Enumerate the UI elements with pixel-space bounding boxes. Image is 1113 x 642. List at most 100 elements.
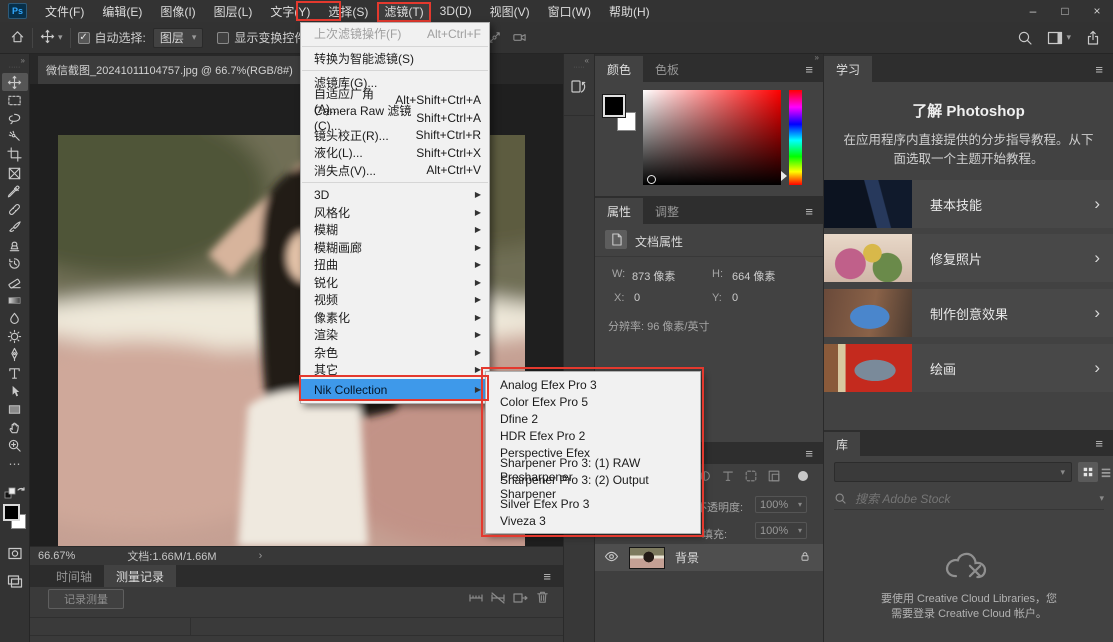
menu-item-3d[interactable]: 3D ▶ xyxy=(301,186,489,204)
panel-menu-icon[interactable]: ≡ xyxy=(805,204,813,219)
menu-item-camera-raw[interactable]: Camera Raw 滤镜(C)... Shift+Ctrl+A xyxy=(301,104,489,133)
healing-brush-tool[interactable] xyxy=(2,200,28,218)
delete-measurements-icon[interactable] xyxy=(535,590,550,608)
tab-libraries[interactable]: 库 xyxy=(824,432,861,456)
filter-smart-object-icon[interactable] xyxy=(767,469,781,483)
layer-thumbnail[interactable] xyxy=(629,546,665,569)
menu-item-render[interactable]: 渲染 ▶ xyxy=(301,326,489,344)
menu-item-other[interactable]: 其它 ▶ xyxy=(301,361,489,379)
drag-handle[interactable]: ····· xyxy=(0,64,29,71)
menu-item-blur[interactable]: 模糊 ▶ xyxy=(301,221,489,239)
menu-item-distort[interactable]: 扭曲 ▶ xyxy=(301,256,489,274)
path-selection-tool[interactable] xyxy=(2,382,28,400)
fill-field[interactable]: 100% ▾ xyxy=(755,522,807,539)
maximize-button[interactable]: □ xyxy=(1049,4,1081,18)
search-icon[interactable] xyxy=(1017,30,1033,46)
learn-item-retouch[interactable]: 修复照片 › xyxy=(824,234,1113,282)
ruler-tool-icon[interactable] xyxy=(468,591,484,608)
tab-adjustments[interactable]: 调整 xyxy=(643,198,691,224)
menu-image[interactable]: 图像(I) xyxy=(151,0,204,22)
move-tool-preset-icon[interactable] xyxy=(40,29,55,47)
menu-item-stylize[interactable]: 风格化 ▶ xyxy=(301,204,489,222)
menu-item-nik-collection[interactable]: Nik Collection ▶ xyxy=(301,378,489,401)
record-measurements-button[interactable]: 记录测量 xyxy=(48,589,124,609)
layer-row-background[interactable]: 背景 xyxy=(595,544,823,571)
menu-view[interactable]: 视图(V) xyxy=(481,0,539,22)
submenu-item-sharpener-output[interactable]: Sharpener Pro 3: (2) Output Sharpener xyxy=(486,473,700,501)
status-chevron-icon[interactable]: › xyxy=(259,550,263,562)
default-colors-swap-icon[interactable] xyxy=(4,486,26,500)
color-field[interactable] xyxy=(643,90,781,185)
share-icon[interactable] xyxy=(1085,30,1101,46)
lasso-tool[interactable] xyxy=(2,109,28,127)
learn-item-creative-effects[interactable]: 制作创意效果 › xyxy=(824,289,1113,337)
layer-name[interactable]: 背景 xyxy=(675,549,699,566)
color-field-cursor[interactable] xyxy=(647,175,656,184)
menu-item-vanishing-point[interactable]: 消失点(V)... Alt+Ctrl+V xyxy=(301,162,489,180)
menu-3d[interactable]: 3D(D) xyxy=(431,0,481,22)
gradient-tool[interactable] xyxy=(2,291,28,309)
filter-type-icon[interactable] xyxy=(721,469,735,483)
filter-shape-icon[interactable] xyxy=(744,469,758,483)
menu-file[interactable]: 文件(F) xyxy=(36,0,93,22)
hue-slider[interactable] xyxy=(789,90,802,185)
filter-toggle-icon[interactable] xyxy=(798,471,808,481)
tab-properties[interactable]: 属性 xyxy=(595,198,644,224)
panel-menu-icon[interactable]: ≡ xyxy=(1095,62,1103,77)
library-select-dropdown[interactable]: ▾ xyxy=(834,462,1072,482)
stock-search-input[interactable] xyxy=(855,491,1100,506)
menu-item-pixelate[interactable]: 像素化 ▶ xyxy=(301,309,489,327)
submenu-item-analog-efex[interactable]: Analog Efex Pro 3 xyxy=(486,376,700,393)
grid-view-button[interactable] xyxy=(1078,462,1098,482)
home-icon[interactable] xyxy=(10,29,25,47)
clone-stamp-tool[interactable] xyxy=(2,237,28,255)
panel-menu-icon[interactable]: ≡ xyxy=(543,569,551,584)
layer-visibility-eye-icon[interactable] xyxy=(604,550,619,566)
menu-item-blur-gallery[interactable]: 模糊画廊 ▶ xyxy=(301,239,489,257)
minimize-button[interactable]: – xyxy=(1017,4,1049,18)
screen-mode-icon[interactable] xyxy=(7,574,23,592)
dodge-tool[interactable] xyxy=(2,328,28,346)
menu-item-noise[interactable]: 杂色 ▶ xyxy=(301,344,489,362)
learn-item-basics[interactable]: 基本技能 › xyxy=(824,180,1113,228)
menu-item-liquify[interactable]: 液化(L)... Shift+Ctrl+X xyxy=(301,144,489,162)
eraser-tool[interactable] xyxy=(2,273,28,291)
pen-tool[interactable] xyxy=(2,346,28,364)
menu-type[interactable]: 文字(Y) xyxy=(261,0,319,22)
foreground-color-swatch[interactable] xyxy=(602,94,626,118)
expand-dock-icon[interactable]: » xyxy=(815,53,819,62)
quick-mask-icon[interactable] xyxy=(7,546,23,564)
tab-color[interactable]: 颜色 xyxy=(595,56,644,82)
move-tool[interactable] xyxy=(1,73,28,92)
camera-3d-icon[interactable] xyxy=(512,30,527,45)
document-tab[interactable]: 微信截图_20241011104757.jpg @ 66.7%(RGB/8#) … xyxy=(38,56,316,84)
frame-tool[interactable] xyxy=(2,164,28,182)
zoom-level[interactable]: 66.67% xyxy=(38,550,75,562)
tab-measurement-log[interactable]: 测量记录 xyxy=(104,565,177,587)
auto-select-checkbox[interactable]: ✓ xyxy=(77,31,90,44)
zoom-tool[interactable] xyxy=(2,437,28,455)
panel-menu-icon[interactable]: ≡ xyxy=(805,446,813,461)
list-view-button[interactable] xyxy=(1100,466,1112,481)
rectangle-tool[interactable] xyxy=(2,400,28,418)
export-measurements-icon[interactable] xyxy=(512,591,528,608)
quick-selection-tool[interactable] xyxy=(2,128,28,146)
crop-tool[interactable] xyxy=(2,146,28,164)
history-panel-icon[interactable] xyxy=(569,78,589,101)
menu-select[interactable]: 选择(S) xyxy=(319,0,377,22)
edit-toolbar-icon[interactable]: ⋯ xyxy=(2,455,28,473)
tab-swatches[interactable]: 色板 xyxy=(643,56,691,82)
foreground-color-swatch[interactable] xyxy=(3,504,20,521)
menu-window[interactable]: 窗口(W) xyxy=(539,0,600,22)
panel-menu-icon[interactable]: ≡ xyxy=(1095,436,1103,451)
tab-timeline[interactable]: 时间轴 xyxy=(44,565,104,587)
drag-handle[interactable]: ····· xyxy=(564,64,594,71)
marquee-tool[interactable] xyxy=(2,91,28,109)
chevron-down-icon[interactable]: ▾ xyxy=(1099,493,1104,504)
eyedropper-tool[interactable] xyxy=(2,182,28,200)
menu-layer[interactable]: 图层(L) xyxy=(205,0,262,22)
menu-item-video[interactable]: 视频 ▶ xyxy=(301,291,489,309)
submenu-item-color-efex[interactable]: Color Efex Pro 5 xyxy=(486,393,700,410)
hue-slider-handle[interactable] xyxy=(781,171,787,181)
submenu-item-viveza[interactable]: Viveza 3 xyxy=(486,512,700,529)
